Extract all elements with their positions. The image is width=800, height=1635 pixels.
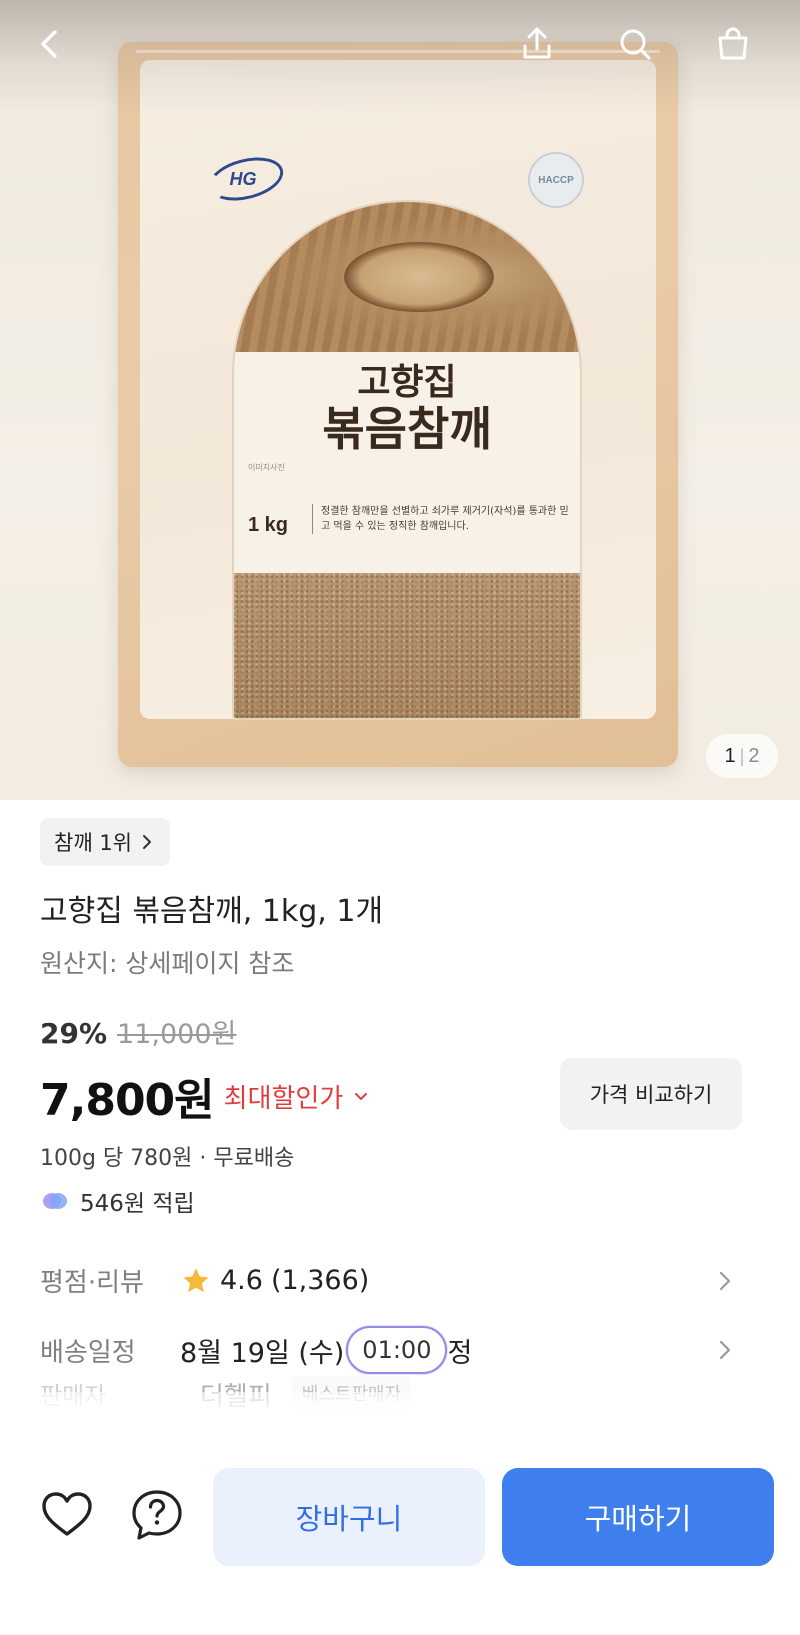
product-image-carousel[interactable]: HG HACCP 고향집 볶음참깨 이미지사진 1 kg 정결한 참깨만을 선별… [0, 0, 800, 800]
add-to-cart-button[interactable]: 장바구니 [213, 1468, 485, 1566]
reward-points: 546원 적립 [40, 1184, 195, 1218]
star-icon [183, 1267, 209, 1292]
package-weight: 1 kg [248, 514, 289, 536]
haccp-seal: HACCP [528, 152, 584, 208]
pager-separator: | [739, 745, 745, 766]
question-icon[interactable] [128, 1486, 186, 1544]
category-rank-chip[interactable]: 참깨 1위 [40, 818, 170, 866]
chevron-right-icon [710, 1335, 740, 1365]
compare-price-button[interactable]: 가격 비교하기 [560, 1058, 742, 1130]
brand-logo: HG [202, 150, 288, 208]
pager-current: 1 [724, 744, 736, 767]
search-icon [620, 29, 651, 60]
review-count: (1,366) [270, 1265, 370, 1296]
product-package-image: HG HACCP 고향집 볶음참깨 이미지사진 1 kg 정결한 참깨만을 선별… [118, 42, 678, 767]
rating-review-row[interactable]: 평점·리뷰 4.6 (1,366) [40, 1262, 740, 1299]
share-icon [523, 27, 551, 59]
shopping-bag-icon [718, 27, 748, 60]
sesame-window [234, 573, 580, 718]
rating-label: 평점·리뷰 [40, 1268, 144, 1298]
buy-now-button[interactable]: 구매하기 [502, 1468, 774, 1566]
chevron-left-icon [41, 30, 57, 58]
price-row: 7,800원 최대할인가 [40, 1064, 371, 1128]
package-title: 고향집 볶음참깨 [322, 362, 492, 457]
sesame-spoon-photo [234, 202, 580, 352]
rank-chip-label: 참깨 1위 [54, 831, 132, 855]
package-description: 정결한 참깨만을 선별하고 쇠가루 제거기(자석)를 통과한 믿고 먹을 수 있… [312, 504, 570, 534]
delivery-countdown-pill: 01:00 [346, 1326, 448, 1374]
unit-price-shipping: 100g 당 780원 · 무료배송 [40, 1146, 295, 1171]
chevron-right-icon [143, 835, 151, 849]
discount-row: 29% 11,000원 [40, 1012, 236, 1051]
package-side-note: 이미지사진 [248, 463, 285, 472]
product-origin: 원산지: 상세페이지 참조 [40, 949, 295, 978]
delivery-label: 배송일정 [40, 1337, 136, 1368]
max-discount-toggle[interactable]: 최대할인가 [224, 1078, 372, 1115]
pager-total: 2 [748, 744, 760, 767]
back-button[interactable] [26, 20, 74, 68]
points-icon [43, 1193, 67, 1209]
max-discount-label: 최대할인가 [223, 1083, 344, 1114]
discount-rate: 29% [40, 1017, 108, 1050]
delivery-date: 8월 19일 (수) [180, 1337, 345, 1369]
cart-button[interactable] [709, 20, 757, 68]
rating-score: 4.6 [220, 1265, 263, 1296]
chevron-down-icon [355, 1093, 368, 1100]
image-pager: 1 | 2 [706, 734, 778, 778]
delivery-schedule-row[interactable]: 배송일정 8월 19일 (수) 01:00 정 [40, 1326, 740, 1374]
heart-icon[interactable] [38, 1486, 96, 1544]
share-button[interactable] [513, 20, 561, 68]
chevron-right-icon [710, 1266, 740, 1296]
delivery-suffix: 정 [447, 1337, 473, 1369]
product-title: 고향집 볶음참깨, 1kg, 1개 [40, 894, 384, 929]
original-price: 11,000원 [117, 1019, 237, 1050]
search-button[interactable] [611, 20, 659, 68]
sale-price: 7,800원 [40, 1075, 215, 1126]
points-text: 546원 적립 [80, 1191, 195, 1217]
package-label: 고향집 볶음참깨 이미지사진 1 kg 정결한 참깨만을 선별하고 쇠가루 제거… [232, 200, 582, 720]
